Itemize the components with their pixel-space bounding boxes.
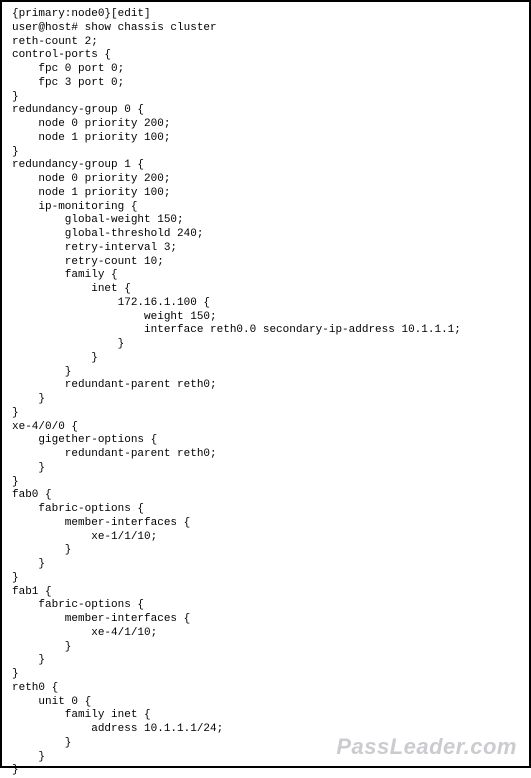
config-output: {primary:node0}[edit] user@host# show ch… — [12, 8, 519, 778]
